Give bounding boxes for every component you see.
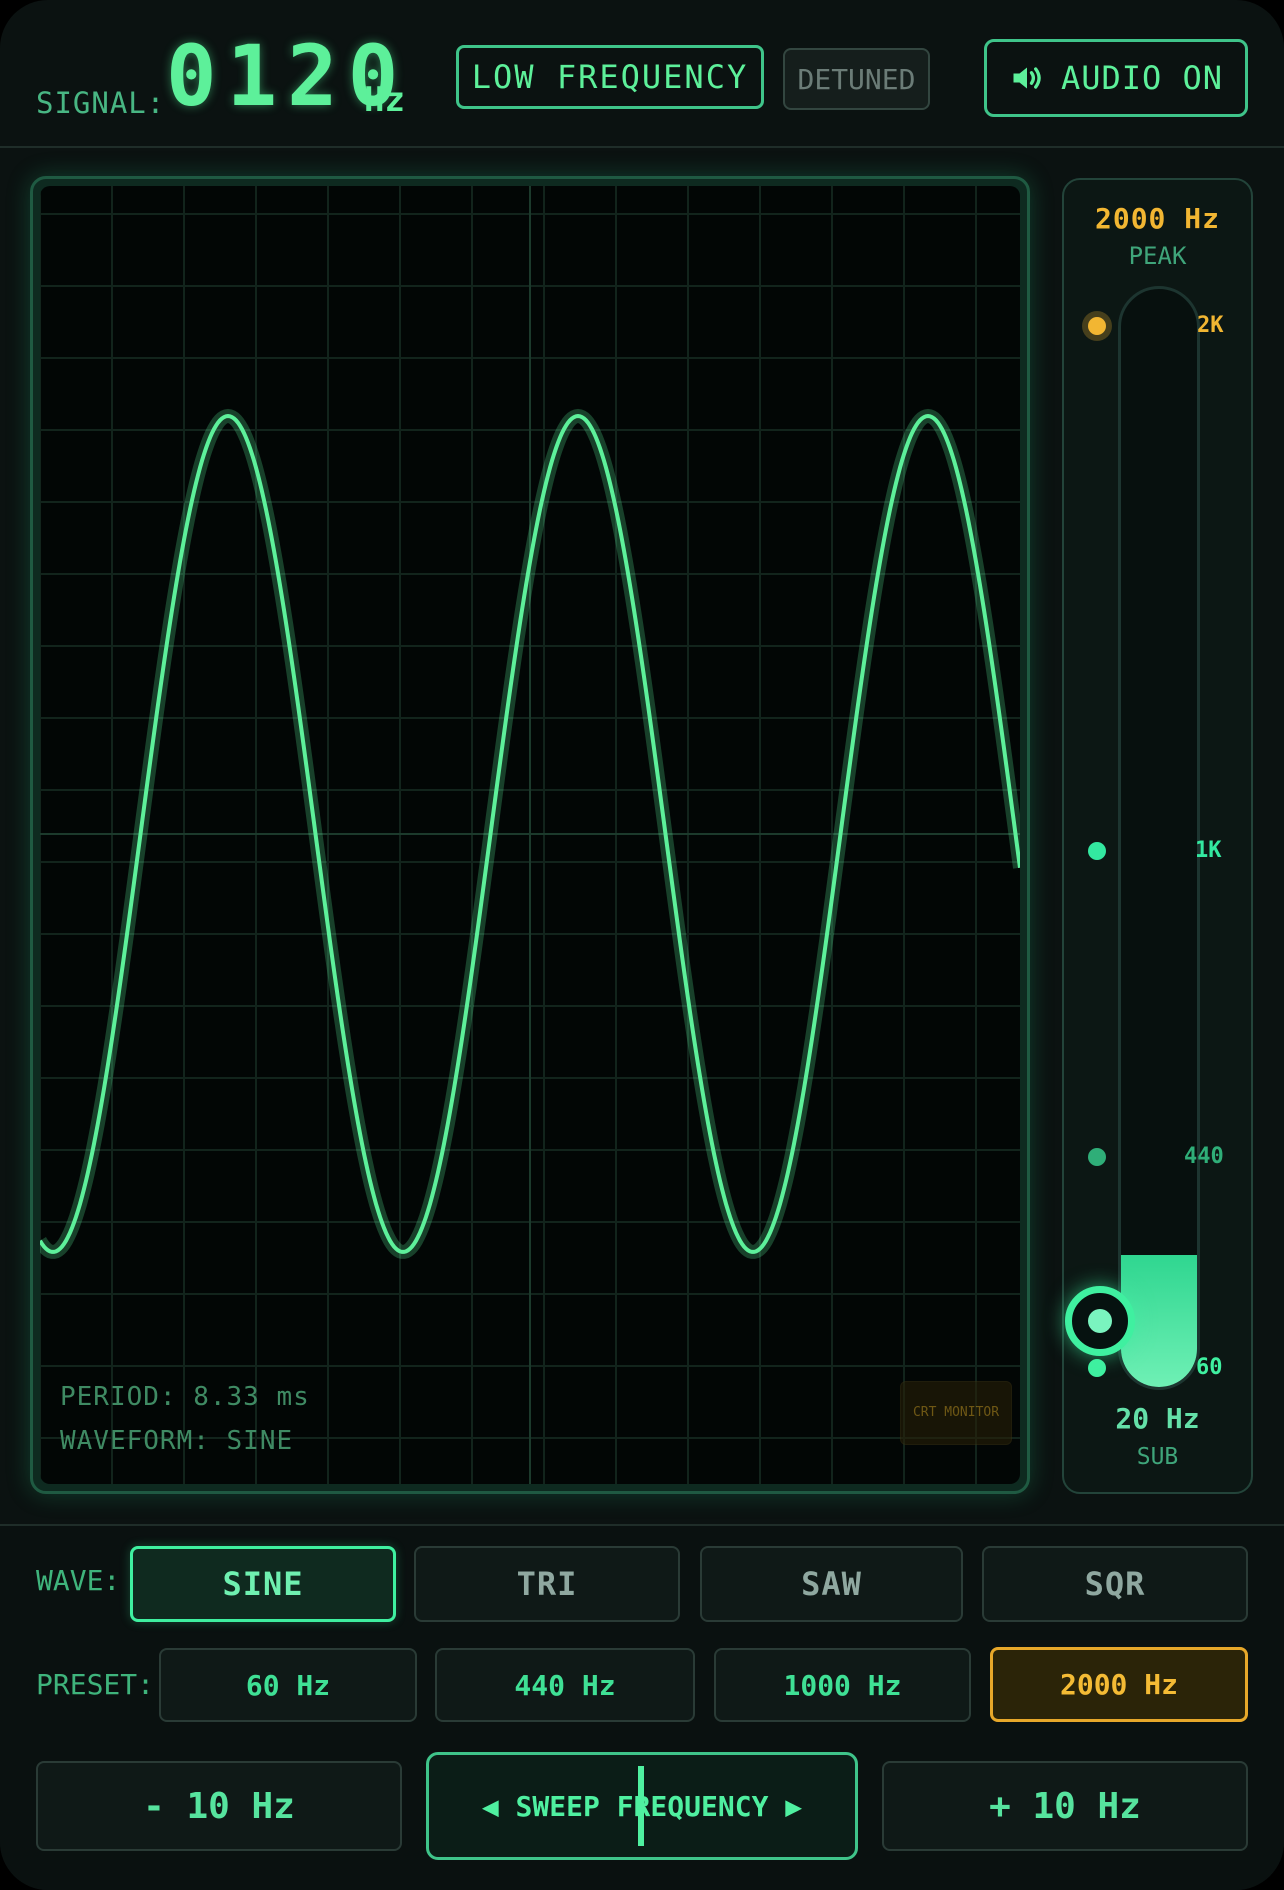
peak-frequency-value: 2000 Hz	[1094, 202, 1220, 235]
wave-tri-button[interactable]: TRI	[414, 1546, 680, 1622]
waveform-readout: WAVEFORM: SINE	[60, 1426, 294, 1456]
sweep-cursor	[638, 1766, 644, 1846]
wave-saw-button[interactable]: SAW	[700, 1546, 963, 1622]
audio-toggle-button[interactable]: AUDIO ON	[984, 39, 1248, 117]
peak-label: PEAK	[1128, 242, 1187, 270]
knob-center-dot	[1088, 1309, 1112, 1333]
preset-row-label: PRESET:	[36, 1668, 155, 1701]
speaker-icon	[1013, 67, 1041, 89]
tick-label-2k: 2K	[1197, 313, 1224, 338]
wave-row-label: WAVE:	[36, 1564, 121, 1597]
tick-dot-60[interactable]	[1088, 1359, 1106, 1377]
wave-sqr-button[interactable]: SQR	[982, 1546, 1248, 1622]
oscilloscope-screen	[40, 186, 1020, 1484]
preset-60-button[interactable]: 60 Hz	[159, 1648, 417, 1722]
increase-10hz-button[interactable]: + 10 Hz	[882, 1761, 1248, 1851]
tick-dot-1k[interactable]	[1088, 842, 1106, 860]
preset-440-button[interactable]: 440 Hz	[435, 1648, 695, 1722]
signal-label: SIGNAL:	[36, 86, 166, 120]
sub-label: SUB	[1136, 1444, 1179, 1470]
detune-badge: DETUNED	[783, 48, 930, 110]
frequency-slider-knob[interactable]	[1065, 1286, 1135, 1356]
band-badge: LOW FREQUENCY	[456, 45, 764, 109]
tick-dot-440[interactable]	[1088, 1148, 1106, 1166]
preset-2000-button[interactable]: 2000 Hz	[990, 1647, 1248, 1722]
audio-button-label: AUDIO ON	[1060, 59, 1224, 97]
sub-frequency-value: 20 Hz	[1115, 1402, 1200, 1435]
slider-track[interactable]	[1118, 286, 1200, 1390]
preset-1000-button[interactable]: 1000 Hz	[714, 1648, 971, 1722]
signal-unit: Hz	[364, 80, 405, 120]
tick-dot-2k[interactable]	[1088, 317, 1106, 335]
tick-label-440: 440	[1184, 1144, 1224, 1169]
wave-sine-button[interactable]: SINE	[130, 1546, 396, 1622]
crt-monitor-badge: CRT MONITOR	[900, 1381, 1012, 1445]
signal-generator-app: SIGNAL: 0120 Hz LOW FREQUENCY DETUNED AU…	[0, 0, 1284, 1890]
decrease-10hz-button[interactable]: - 10 Hz	[36, 1761, 402, 1851]
period-readout: PERIOD: 8.33 ms	[60, 1382, 310, 1412]
oscilloscope-display: PERIOD: 8.33 ms WAVEFORM: SINE CRT MONIT…	[40, 186, 1020, 1484]
tick-label-60: 60	[1196, 1355, 1223, 1380]
tick-label-1k: 1K	[1195, 838, 1222, 863]
header-bar: SIGNAL: 0120 Hz LOW FREQUENCY DETUNED AU…	[0, 0, 1284, 148]
